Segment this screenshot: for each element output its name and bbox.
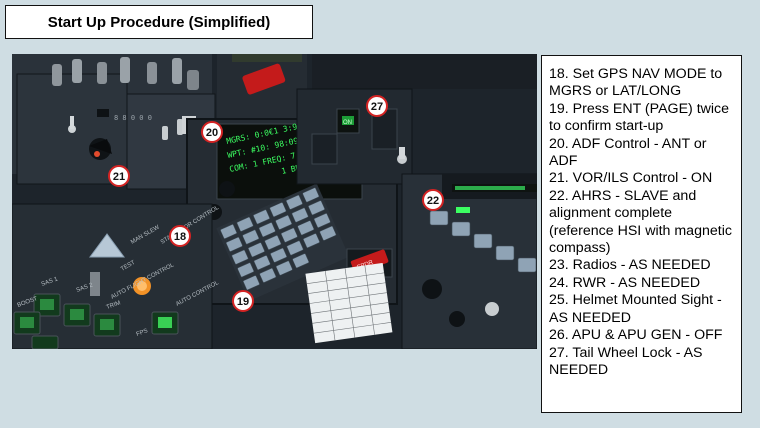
callout-18-label: 18: [174, 231, 186, 243]
mode-knob[interactable]: [219, 181, 235, 197]
boost-button[interactable]: [20, 317, 34, 328]
sas1-button[interactable]: [40, 299, 54, 310]
step-item: 23. Radios - AS NEEDED: [549, 257, 711, 274]
auto-control-button[interactable]: [158, 317, 172, 328]
callout-22: 22: [422, 189, 444, 211]
trim-button[interactable]: [100, 319, 114, 330]
callout-27-label: 27: [371, 101, 383, 113]
step-item: 21. VOR/ILS Control - ON: [549, 170, 713, 187]
ahrs-mode-button[interactable]: [429, 210, 449, 226]
callout-21: 21: [108, 165, 130, 187]
step-item: 20. ADF Control - ANT or ADF: [549, 135, 707, 170]
tail-wheel-on-text: ON: [343, 120, 352, 126]
steps-list: 18. Set GPS NAV MODE to MGRS or LAT/LONG…: [541, 55, 742, 413]
sas2-button[interactable]: [70, 309, 84, 320]
slide-title: Start Up Procedure (Simplified): [5, 5, 313, 39]
cockpit-screenshot: 8 8 0 0 0 MGRS: 0:0€1 3:9:20 WPT: #10: 9…: [12, 54, 537, 349]
ahrs-func-button[interactable]: [451, 221, 471, 237]
callout-27: 27: [366, 95, 388, 117]
checklist-card: [305, 262, 393, 344]
step-item: 22. AHRS - SLAVE and alignment complete …: [549, 187, 732, 257]
ahrs-test-button[interactable]: [517, 257, 537, 273]
callout-18: 18: [169, 225, 191, 247]
radio-knob[interactable]: [422, 279, 442, 299]
signal-bar: [452, 184, 537, 192]
callout-20: 20: [201, 121, 223, 143]
callout-20-label: 20: [206, 127, 218, 139]
step-item: 25. Helmet Mounted Sight - AS NEEDED: [549, 292, 722, 326]
callout-21-label: 21: [113, 171, 125, 183]
ahrs-dg-button[interactable]: [495, 245, 515, 261]
cockpit-illustration: 8 8 0 0 0 MGRS: 0:0€1 3:9:20 WPT: #10: 9…: [12, 54, 537, 349]
ahrs-slave-button[interactable]: [473, 233, 493, 249]
callout-22-label: 22: [427, 195, 439, 207]
step-item: 18. Set GPS NAV MODE to MGRS or LAT/LONG: [549, 66, 723, 100]
step-item: 24. RWR - AS NEEDED: [549, 274, 701, 291]
callout-19: 19: [232, 290, 254, 312]
step-item: 19. Press ENT (PAGE) twice to confirm st…: [549, 100, 730, 135]
step-item: 27. Tail Wheel Lock - AS NEEDED: [549, 344, 703, 378]
svg-text:8 8 0 0 0: 8 8 0 0 0: [114, 114, 152, 122]
callout-19-label: 19: [237, 296, 249, 308]
step-item: 26. APU & APU GEN - OFF: [549, 327, 723, 344]
slide-title-text: Start Up Procedure (Simplified): [47, 13, 271, 31]
